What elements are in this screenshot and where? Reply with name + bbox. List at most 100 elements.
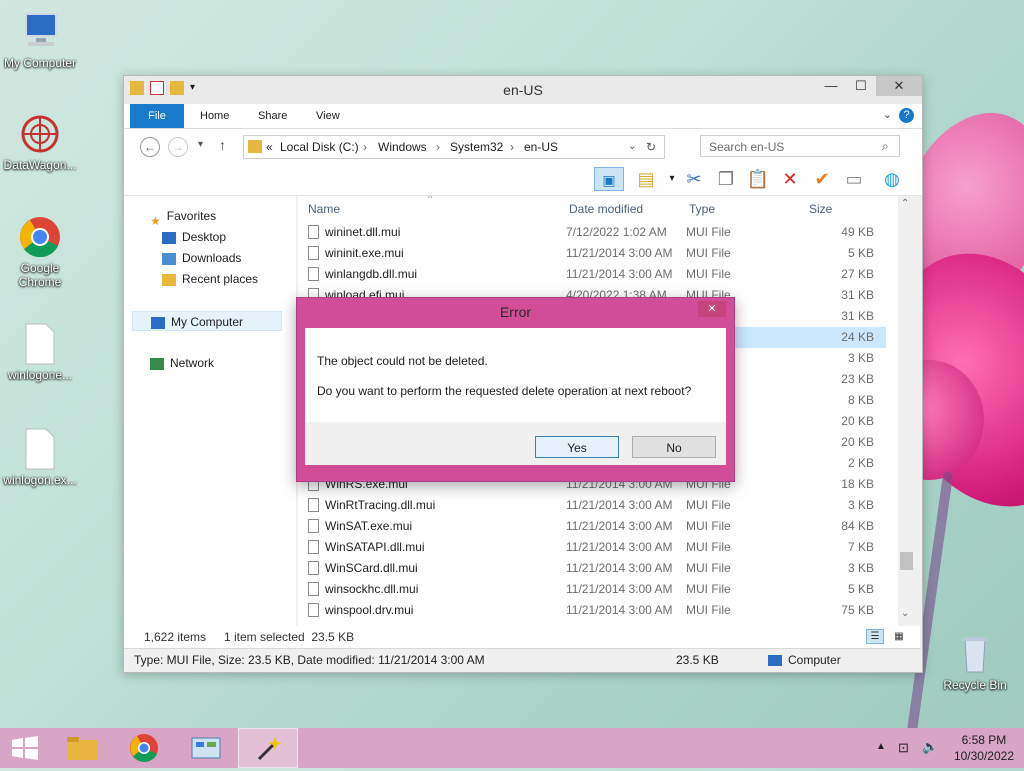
column-header-size[interactable]: Size (809, 199, 832, 219)
chevron-down-icon[interactable]: ▾ (660, 167, 684, 191)
desktop-icon-datawagon[interactable]: DataWagon... (0, 112, 80, 172)
desktop-icon-winlogone[interactable]: winlogone... (0, 322, 80, 382)
cell-name: winspool.drv.mui (325, 603, 414, 617)
nav-label: Desktop (182, 230, 227, 244)
large-icons-view-icon[interactable]: ▦ (890, 629, 908, 644)
back-button[interactable]: ← (140, 137, 160, 157)
breadcrumb-system32[interactable]: System32 (450, 136, 503, 158)
table-row[interactable]: wininit.exe.mui 11/21/2014 3:00 AM MUI Fil… (304, 243, 886, 264)
breadcrumb-overflow[interactable]: « (266, 136, 273, 158)
desktop-icon-label: winlogone... (7, 368, 73, 382)
nav-favorites[interactable]: ★ Favorites (150, 206, 216, 228)
taskbar: ▲ ⊡ 🔈 6:58 PM 10/30/2022 (0, 728, 1024, 768)
breadcrumb-en-us[interactable]: en-US (524, 136, 558, 158)
scroll-up-icon[interactable]: ⌃ (901, 198, 909, 209)
chevron-down-icon[interactable]: ⌄ (628, 136, 636, 158)
table-row[interactable]: WinSCard.dll.mui 11/21/2014 3:00 AM MUI Fi… (304, 558, 886, 579)
close-button[interactable]: ✕ (876, 76, 922, 96)
table-row[interactable]: WinRtTracing.dll.mui 11/21/2014 3:00 AM MU… (304, 495, 886, 516)
tab-home[interactable]: Home (188, 104, 241, 128)
forward-button[interactable]: → (168, 137, 188, 157)
cell-size: 20 KB (841, 435, 874, 449)
refresh-icon[interactable]: ↻ (646, 136, 656, 158)
globe-icon[interactable]: ◍ (880, 167, 904, 191)
file-icon (308, 540, 319, 554)
chevron-right-icon[interactable]: › (510, 136, 514, 158)
cell-name: winlangdb.dll.mui (325, 267, 418, 281)
no-button[interactable]: No (632, 436, 716, 458)
copy-icon[interactable]: ❐ (714, 167, 738, 191)
breadcrumb-windows[interactable]: Windows (378, 136, 427, 158)
help-icon[interactable]: ? (899, 108, 914, 123)
chevron-right-icon[interactable]: › (436, 136, 440, 158)
taskbar-control-panel[interactable] (176, 728, 236, 768)
desktop-icon-google-chrome[interactable]: Google Chrome (0, 215, 80, 289)
address-bar[interactable]: « Local Disk (C:) › Windows › System32 ›… (243, 135, 665, 159)
rename-icon[interactable]: ▭ (842, 167, 866, 191)
cell-date: 7/12/2022 1:02 AM (566, 225, 667, 239)
desktop-icon-label: My Computer (3, 56, 77, 70)
network-tray-icon[interactable]: ⊡ (898, 740, 909, 756)
computer-icon (768, 655, 782, 666)
cell-date: 11/21/2014 3:00 AM (566, 582, 673, 596)
table-row[interactable]: winlangdb.dll.mui 11/21/2014 3:00 AM MUI F… (304, 264, 886, 285)
delete-icon[interactable]: ✕ (778, 167, 802, 191)
windows-logo-icon (12, 736, 38, 760)
recent-locations-icon[interactable]: ▾ (198, 139, 203, 150)
column-header-date[interactable]: Date modified (569, 199, 643, 219)
desktop-icon-my-computer[interactable]: My Computer (0, 10, 80, 70)
dialog-close-button[interactable]: ✕ (698, 301, 726, 317)
chevron-right-icon[interactable]: › (363, 136, 367, 158)
check-icon[interactable]: ✔ (810, 167, 834, 191)
nav-my-computer[interactable]: My Computer (132, 311, 282, 331)
up-button[interactable]: ↑ (219, 137, 226, 153)
minimize-button[interactable]: — (816, 76, 846, 96)
desktop-icon-winlogon-ex[interactable]: winlogon.ex... (0, 427, 80, 487)
properties-folder-icon[interactable]: ▤ (634, 167, 658, 191)
title-bar[interactable]: ▾ en-US — ☐ ✕ (124, 76, 922, 104)
taskbar-file-explorer[interactable] (52, 728, 112, 768)
cell-name: WinSCard.dll.mui (325, 561, 418, 575)
nav-downloads[interactable]: Downloads (162, 248, 241, 268)
nav-network[interactable]: Network (150, 353, 214, 373)
paste-icon[interactable]: 📋 (746, 167, 770, 191)
cut-icon[interactable]: ✂ (682, 167, 706, 191)
table-row[interactable]: WinSAT.exe.mui 11/21/2014 3:00 AM MUI File… (304, 516, 886, 537)
column-header-type[interactable]: Type (689, 199, 715, 219)
table-row[interactable]: wininet.dll.mui 7/12/2022 1:02 AM MUI File… (304, 222, 886, 243)
start-button[interactable] (0, 728, 50, 768)
taskbar-chrome[interactable] (114, 728, 174, 768)
ribbon-expand-icon[interactable]: ⌄ (883, 108, 892, 121)
vertical-scrollbar[interactable]: ⌃ ⌄ (898, 196, 915, 626)
tab-share[interactable]: Share (246, 104, 299, 128)
desktop-icon-label: Google Chrome (18, 261, 62, 289)
scroll-down-icon[interactable]: ⌄ (901, 608, 909, 619)
tab-view[interactable]: View (304, 104, 352, 128)
taskbar-wizard-app[interactable] (238, 728, 298, 768)
cell-date: 11/21/2014 3:00 AM (566, 603, 673, 617)
breadcrumb-local-disk[interactable]: Local Disk (C:) (280, 136, 359, 158)
maximize-button[interactable]: ☐ (846, 76, 876, 96)
volume-icon[interactable]: 🔈 (922, 739, 938, 755)
tray-overflow-icon[interactable]: ▲ (876, 741, 886, 752)
search-input[interactable]: Search en-US (700, 135, 900, 157)
clock[interactable]: 6:58 PM 10/30/2022 (954, 732, 1014, 764)
dialog-question: Do you want to perform the requested del… (317, 384, 692, 398)
table-row[interactable]: winsockhc.dll.mui 11/21/2014 3:00 AM MUI F… (304, 579, 886, 600)
yes-button[interactable]: Yes (535, 436, 619, 458)
folder-icon (248, 140, 262, 153)
preview-pane-icon[interactable]: ▣ (594, 167, 624, 191)
tab-file[interactable]: File (130, 104, 184, 128)
column-header-name[interactable]: Name (308, 199, 340, 219)
nav-desktop[interactable]: Desktop (162, 227, 226, 247)
details-view-icon[interactable]: ☰ (866, 629, 884, 644)
desktop-icon-recycle-bin[interactable]: Recycle Bin (935, 632, 1015, 692)
table-row[interactable]: WinSATAPI.dll.mui 11/21/2014 3:00 AM MUI F… (304, 537, 886, 558)
scrollbar-thumb[interactable] (900, 552, 913, 570)
cell-size: 31 KB (841, 309, 874, 323)
cell-name: winsockhc.dll.mui (325, 582, 419, 596)
nav-label: Network (170, 356, 215, 370)
nav-recent-places[interactable]: Recent places (162, 269, 258, 289)
search-icon[interactable]: ⌕ (882, 139, 889, 154)
table-row[interactable]: winspool.drv.mui 11/21/2014 3:00 AM MUI Fi… (304, 600, 886, 621)
